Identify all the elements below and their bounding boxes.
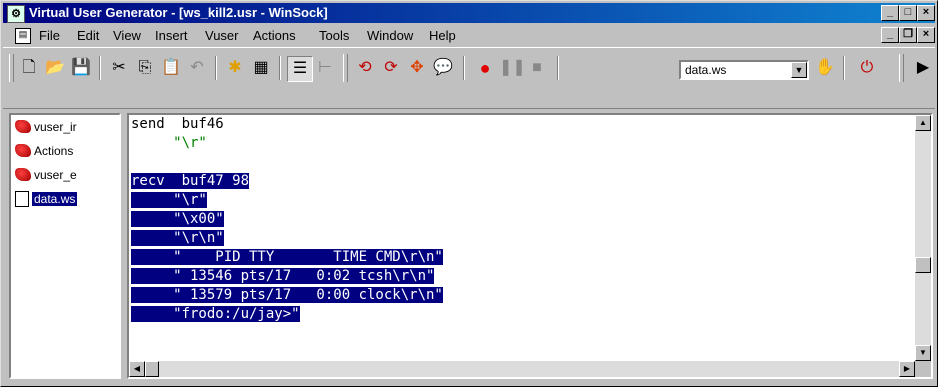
code-line: " 13579 pts/17 0:00 clock\r\n" bbox=[131, 286, 915, 305]
toolbar-grip[interactable] bbox=[9, 54, 14, 82]
toolbar-grip[interactable] bbox=[343, 54, 348, 82]
document-icon[interactable]: ▤ bbox=[15, 28, 31, 44]
open-folder-icon[interactable]: 📂 bbox=[43, 56, 67, 80]
start-recording-icon[interactable]: ⟲ bbox=[353, 56, 377, 80]
data-file-icon bbox=[15, 191, 29, 207]
undo-icon[interactable]: ↶ bbox=[185, 56, 209, 80]
toolbar-separator bbox=[843, 56, 845, 80]
code-line: " 13546 pts/17 0:02 tcsh\r\n" bbox=[131, 267, 915, 286]
menu-file[interactable]: File bbox=[39, 28, 60, 43]
paste-icon[interactable]: 📋 bbox=[159, 56, 183, 80]
tree-item-label: vuser_ir bbox=[34, 119, 77, 134]
close-button[interactable]: × bbox=[917, 5, 935, 21]
pause-icon[interactable]: ❚❚ bbox=[499, 56, 526, 80]
tree-item-vuser-end[interactable]: vuser_e bbox=[15, 167, 77, 185]
copy-icon[interactable]: ⎘ bbox=[133, 56, 157, 80]
window-title: Virtual User Generator - [ws_kill2.usr -… bbox=[29, 5, 328, 20]
breakpoint-icon[interactable]: ✥ bbox=[405, 56, 429, 80]
toolbar: 🗋 📂 💾 ✂ ⎘ 📋 ↶ ✱ ▦ ☰ ⊢ ⟲ ⟳ ✥ 💬 ● ❚❚ ■ dat… bbox=[3, 47, 935, 109]
code-line: "frodo:/u/jay>" bbox=[131, 305, 915, 324]
menu-view[interactable]: View bbox=[113, 28, 141, 43]
insert-step-icon[interactable]: ✱ bbox=[223, 56, 247, 80]
script-editor[interactable]: send buf46 "\r" recv buf47 98 "\r" "\x00… bbox=[127, 113, 933, 379]
red-action-icon bbox=[15, 144, 31, 158]
toolbar-separator bbox=[99, 56, 101, 80]
scroll-right-icon[interactable]: ▶ bbox=[899, 361, 915, 377]
menu-vuser[interactable]: Vuser bbox=[205, 28, 238, 43]
selected-text: "\r" bbox=[131, 192, 207, 208]
menu-help[interactable]: Help bbox=[429, 28, 456, 43]
mdi-minimize-button[interactable]: _ bbox=[881, 27, 899, 43]
minimize-button[interactable]: _ bbox=[881, 5, 899, 21]
menu-actions[interactable]: Actions bbox=[253, 28, 296, 43]
comment-icon[interactable]: 💬 bbox=[431, 56, 455, 80]
menu-tools[interactable]: Tools bbox=[319, 28, 349, 43]
section-tree: vuser_ir Actions vuser_e data.ws bbox=[9, 113, 121, 379]
run-icon[interactable]: ⟳ bbox=[379, 56, 403, 80]
code-line: "\r" bbox=[131, 135, 207, 151]
selected-text: "\r\n" bbox=[131, 230, 224, 246]
exit-icon[interactable]: ⏻ bbox=[855, 56, 879, 80]
tree-item-label: Actions bbox=[34, 143, 74, 158]
cut-icon[interactable]: ✂ bbox=[107, 56, 131, 80]
toolbar-separator bbox=[215, 56, 217, 80]
tree-item-vuser-init[interactable]: vuser_ir bbox=[15, 119, 77, 137]
toolbar-overflow-icon[interactable]: ▶ bbox=[911, 56, 935, 80]
title-bar[interactable]: ⚙ Virtual User Generator - [ws_kill2.usr… bbox=[3, 3, 935, 23]
stop-icon[interactable]: ■ bbox=[525, 56, 549, 80]
selected-text: recv buf47 98 bbox=[131, 173, 250, 189]
vertical-scrollbar[interactable]: ▲ ▼ bbox=[915, 115, 931, 361]
app-icon: ⚙ bbox=[7, 5, 25, 23]
selected-text: " 13546 pts/17 0:02 tcsh\r\n" bbox=[131, 268, 435, 284]
hand-icon[interactable]: ✋ bbox=[813, 56, 837, 80]
tree-item-actions[interactable]: Actions bbox=[15, 143, 73, 161]
new-icon[interactable]: 🗋 bbox=[17, 56, 41, 80]
code-line: send buf46 bbox=[131, 116, 224, 132]
tree-item-label: vuser_e bbox=[34, 167, 77, 182]
data-file-combo-value: data.ws bbox=[685, 63, 727, 77]
mdi-restore-button[interactable]: ❐ bbox=[899, 27, 917, 43]
code-line: "\r\n" bbox=[131, 229, 915, 248]
tree-item-label: data.ws bbox=[32, 192, 78, 206]
scroll-left-icon[interactable]: ◀ bbox=[129, 361, 145, 377]
horizontal-scrollbar[interactable]: ◀ ▶ bbox=[129, 361, 915, 377]
script-view-icon[interactable]: ☰ bbox=[287, 56, 313, 82]
horizontal-scroll-thumb[interactable] bbox=[145, 361, 159, 377]
menu-window[interactable]: Window bbox=[367, 28, 413, 43]
menu-bar: ▤ File Edit View Insert Vuser Actions To… bbox=[3, 25, 935, 45]
red-action-icon bbox=[15, 168, 31, 182]
menu-insert[interactable]: Insert bbox=[155, 28, 188, 43]
mdi-close-button[interactable]: × bbox=[917, 27, 935, 43]
toolbar-grip[interactable] bbox=[899, 54, 904, 82]
scroll-down-icon[interactable]: ▼ bbox=[915, 345, 931, 361]
selected-text: " 13579 pts/17 0:00 clock\r\n" bbox=[131, 287, 443, 303]
data-file-combo[interactable]: data.ws ▼ bbox=[679, 60, 809, 80]
record-icon[interactable]: ● bbox=[473, 56, 497, 80]
chevron-down-icon[interactable]: ▼ bbox=[791, 62, 807, 78]
code-line: "\x00" bbox=[131, 210, 915, 229]
menu-edit[interactable]: Edit bbox=[77, 28, 99, 43]
app-window: ⚙ Virtual User Generator - [ws_kill2.usr… bbox=[0, 0, 938, 387]
selected-text: "frodo:/u/jay>" bbox=[131, 306, 300, 322]
code-line: " PID TTY TIME CMD\r\n" bbox=[131, 248, 915, 267]
data-view-icon[interactable]: ▦ bbox=[249, 56, 273, 80]
scroll-corner bbox=[915, 361, 931, 377]
vertical-scroll-thumb[interactable] bbox=[915, 257, 931, 273]
toolbar-separator bbox=[557, 56, 559, 80]
client-area: vuser_ir Actions vuser_e data.ws send bu… bbox=[3, 109, 935, 384]
red-action-icon bbox=[15, 120, 31, 134]
code-area[interactable]: send buf46 "\r" recv buf47 98 "\r" "\x00… bbox=[131, 115, 915, 324]
tree-view-icon[interactable]: ⊢ bbox=[313, 56, 337, 80]
selected-text: "\x00" bbox=[131, 211, 224, 227]
maximize-button[interactable]: □ bbox=[899, 5, 917, 21]
save-icon[interactable]: 💾 bbox=[69, 56, 93, 80]
toolbar-separator bbox=[279, 56, 281, 80]
selected-text: " PID TTY TIME CMD\r\n" bbox=[131, 249, 443, 265]
code-line: "\r" bbox=[131, 191, 915, 210]
tree-item-data-ws[interactable]: data.ws bbox=[15, 191, 78, 209]
toolbar-separator bbox=[463, 56, 465, 80]
scroll-up-icon[interactable]: ▲ bbox=[915, 115, 931, 131]
code-line: recv buf47 98 bbox=[131, 172, 915, 191]
